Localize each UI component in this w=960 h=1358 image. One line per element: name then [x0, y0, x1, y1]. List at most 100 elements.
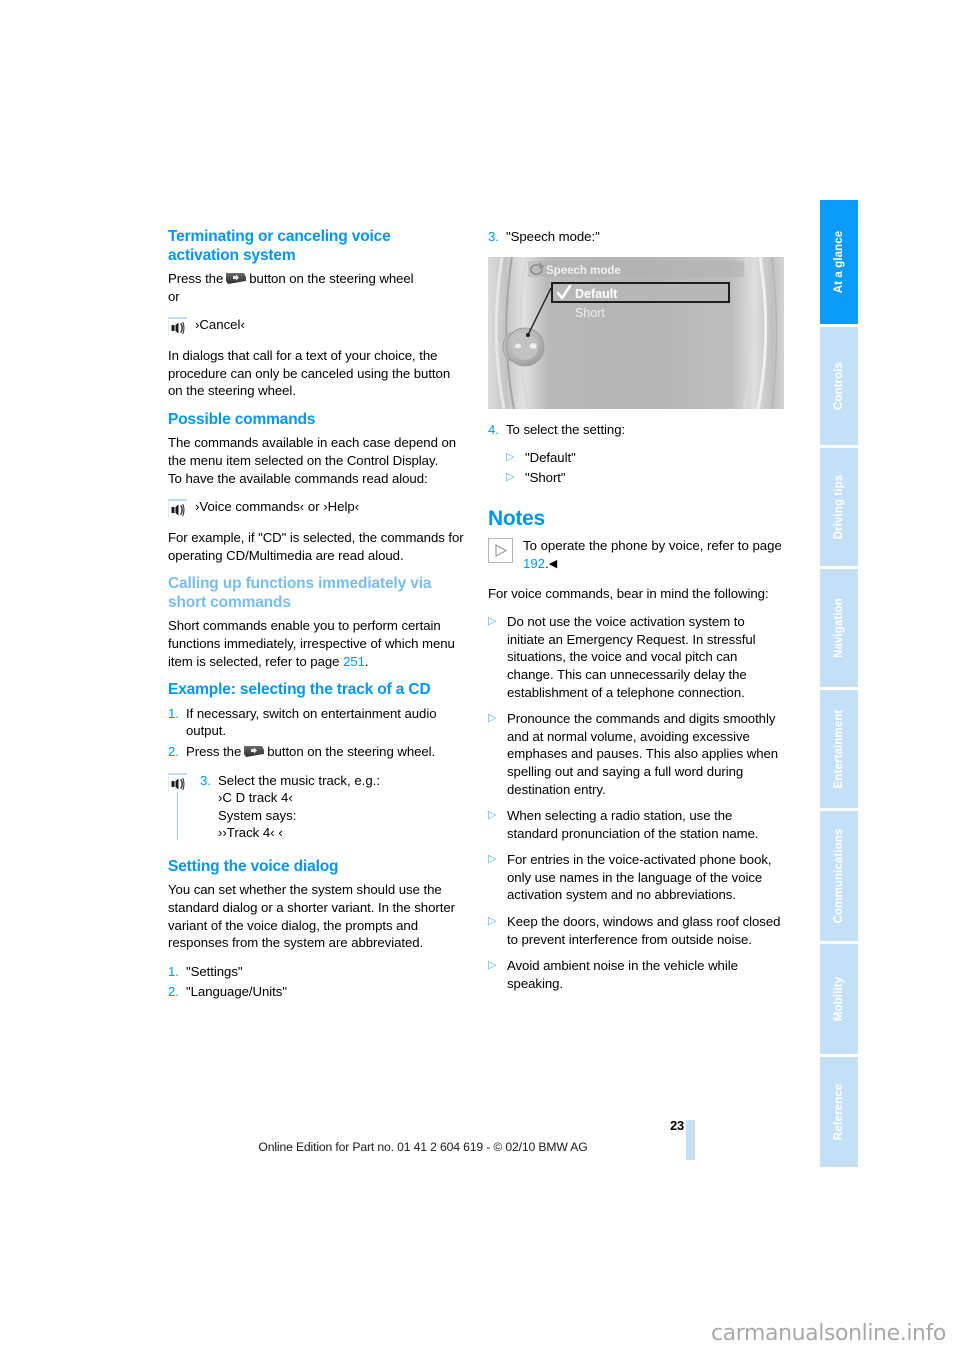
list-item: ▷ Avoid ambient noise in the vehicle whil… — [488, 957, 784, 992]
triangle-bullet-icon: ▷ — [488, 915, 497, 928]
note-phone-voice: To operate the phone by voice, refer to … — [488, 537, 784, 573]
figure-option-short: Short — [575, 306, 605, 320]
footer-accent-bar — [686, 1120, 695, 1160]
right-column: 3. "Speech mode:" Speech mode Default Sh… — [488, 228, 784, 1003]
step-number: 4. — [488, 421, 499, 437]
page-reference-251[interactable]: 251 — [343, 654, 365, 669]
paragraph-commands-depend: The commands available in each case depe… — [168, 435, 457, 469]
heading-possible-commands: Possible commands — [168, 410, 316, 428]
step-number: 2. — [168, 743, 179, 759]
watermark: carmanualsonline.info — [710, 1321, 946, 1346]
sidebar-tab-label: Controls — [833, 361, 845, 411]
sidebar-tab-communications[interactable]: Communications — [820, 811, 858, 941]
sidebar-tab-at-a-glance[interactable]: At a glance — [820, 200, 858, 324]
press-the-label: Press the — [168, 271, 224, 286]
button-steering-wheel-label: button on the steering wheel. — [267, 743, 436, 759]
heading-short-commands: Calling up functions immediately via sho… — [168, 575, 432, 611]
list-item: ▷ Keep the doors, windows and glass roof … — [488, 913, 784, 948]
sidebar-tab-label: Mobility — [833, 976, 845, 1022]
sidebar-tab-label: Driving tips — [833, 474, 845, 540]
paragraph-short-commands: Short commands enable you to perform cer… — [168, 617, 464, 670]
list-item: 1. If necessary, switch on entertainment… — [168, 705, 464, 740]
sidebar-tab-entertainment[interactable]: Entertainment — [820, 690, 858, 808]
left-column: Terminating or canceling voice activatio… — [168, 228, 464, 1012]
voice-speak-icon — [168, 499, 187, 519]
triangle-bullet-icon: ▷ — [506, 451, 515, 464]
list-item: ▷ "Default" — [506, 449, 784, 467]
triangle-bullet-icon: ▷ — [488, 853, 497, 866]
paragraph-bear-in-mind: For voice commands, bear in mind the fol… — [488, 585, 769, 601]
list-item: 2. Press the button on the steering whee… — [168, 743, 464, 761]
step-number: 1. — [168, 963, 179, 979]
step3-line-1: Select the music track, e.g.: — [218, 772, 380, 788]
step-number: 3. — [200, 772, 211, 788]
note-triangle-icon — [488, 538, 513, 564]
sidebar-tab-reference[interactable]: Reference — [820, 1057, 858, 1167]
list-item: 2. "Language/Units" — [168, 983, 464, 1001]
short-commands-text-a: Short commands enable you to perform cer… — [168, 618, 455, 669]
example-steps-list: 1. If necessary, switch on entertainment… — [168, 705, 464, 761]
triangle-bullet-icon: ▷ — [506, 470, 515, 483]
sidebar-tab-mobility[interactable]: Mobility — [820, 944, 858, 1054]
step-text: Select the music track, e.g.: ›C D track… — [218, 772, 380, 842]
list-item: ▷ Do not use the voice activation system … — [488, 613, 784, 701]
step-text: "Language/Units" — [186, 984, 287, 1000]
voice-step-marker — [168, 772, 187, 842]
page-reference-192[interactable]: 192 — [523, 556, 545, 571]
steering-wheel-button-icon — [225, 272, 247, 285]
step3-line-2: ›C D track 4‹ — [218, 790, 293, 806]
page-number: 23 — [669, 1118, 684, 1133]
step-number: 1. — [168, 705, 179, 721]
note-end-marker: ◀ — [548, 557, 558, 570]
voice-command-help-row: ›Voice commands‹ or ›Help‹ — [168, 498, 464, 519]
step3-line-4: ››Track 4‹ ‹ — [218, 825, 283, 841]
triangle-bullet-icon: ▷ — [488, 712, 497, 725]
sidebar-tab-driving-tips[interactable]: Driving tips — [820, 448, 858, 566]
step-text: "Settings" — [186, 963, 243, 979]
paragraph-read-aloud: To have the available commands read alou… — [168, 470, 428, 486]
list-item: ▷ Pronounce the commands and digits smoot… — [488, 710, 784, 798]
note-text: To operate the phone by voice, refer to … — [523, 537, 784, 573]
manual-page: Terminating or canceling voice activatio… — [0, 0, 960, 1358]
paragraph-dialogs-cancel: In dialogs that call for a text of your … — [168, 348, 451, 399]
list-item: 1. "Settings" — [168, 963, 464, 981]
sidebar-tab-controls[interactable]: Controls — [820, 327, 858, 445]
setting-options-list: ▷ "Default" ▷ "Short" — [506, 449, 784, 486]
sidebar-tab-label: At a glance — [833, 230, 845, 294]
section-tabs: At a glance Controls Driving tips Navigatio… — [820, 200, 858, 1170]
setting-option-text: "Short" — [525, 469, 566, 485]
sidebar-tab-label: Navigation — [833, 598, 845, 658]
list-item: 3. "Speech mode:" — [488, 228, 784, 246]
tip-text: For entries in the voice-activated phone… — [507, 852, 772, 903]
footer-edition-text: Online Edition for Part no. 01 41 2 604 … — [258, 1140, 588, 1154]
step-body: 3. Select the music track, e.g.: ›C D tr… — [187, 772, 464, 842]
step3-line-3: System says: — [218, 807, 297, 823]
step-text: To select the setting: — [506, 421, 626, 437]
step-number: 2. — [168, 984, 179, 1000]
step-text: If necessary, switch on entertainment au… — [186, 705, 437, 739]
short-commands-text-b: . — [364, 653, 369, 669]
sidebar-tab-navigation[interactable]: Navigation — [820, 569, 858, 687]
paragraph-press-button: Press the button on the steering wheel o… — [168, 270, 464, 305]
speech-mode-step-list: 3. "Speech mode:" — [488, 228, 784, 246]
voice-speak-icon — [168, 317, 187, 337]
step-text: "Speech mode:" — [506, 229, 600, 244]
list-item: 4. To select the setting: — [488, 421, 784, 439]
heading-example-track-cd: Example: selecting the track of a CD — [168, 681, 431, 699]
tip-text: Pronounce the commands and digits smooth… — [507, 711, 779, 797]
voice-dialog-steps-list: 1. "Settings" 2. "Language/Units" — [168, 963, 464, 1001]
page-footer: 23 Online Edition for Part no. 01 41 2 6… — [168, 1118, 800, 1168]
triangle-bullet-icon: ▷ — [488, 809, 497, 822]
list-item: ▷ For entries in the voice-activated phon… — [488, 851, 784, 904]
tip-text: Do not use the voice activation system t… — [507, 614, 756, 700]
triangle-bullet-icon: ▷ — [488, 615, 497, 628]
triangle-bullet-icon: ▷ — [488, 959, 497, 972]
list-item: ▷ When selecting a radio station, use the… — [488, 807, 784, 842]
tip-text: When selecting a radio station, use the … — [507, 808, 759, 841]
sidebar-tab-label: Reference — [833, 1083, 845, 1141]
voice-command-cancel-row: ›Cancel‹ — [168, 316, 464, 337]
button-steering-wheel-label: button on the steering wheel — [249, 271, 414, 286]
sidebar-tab-label: Entertainment — [833, 709, 845, 789]
example-step-3-voice: 3. Select the music track, e.g.: ›C D tr… — [168, 772, 464, 842]
steering-wheel-button-icon — [243, 745, 265, 758]
